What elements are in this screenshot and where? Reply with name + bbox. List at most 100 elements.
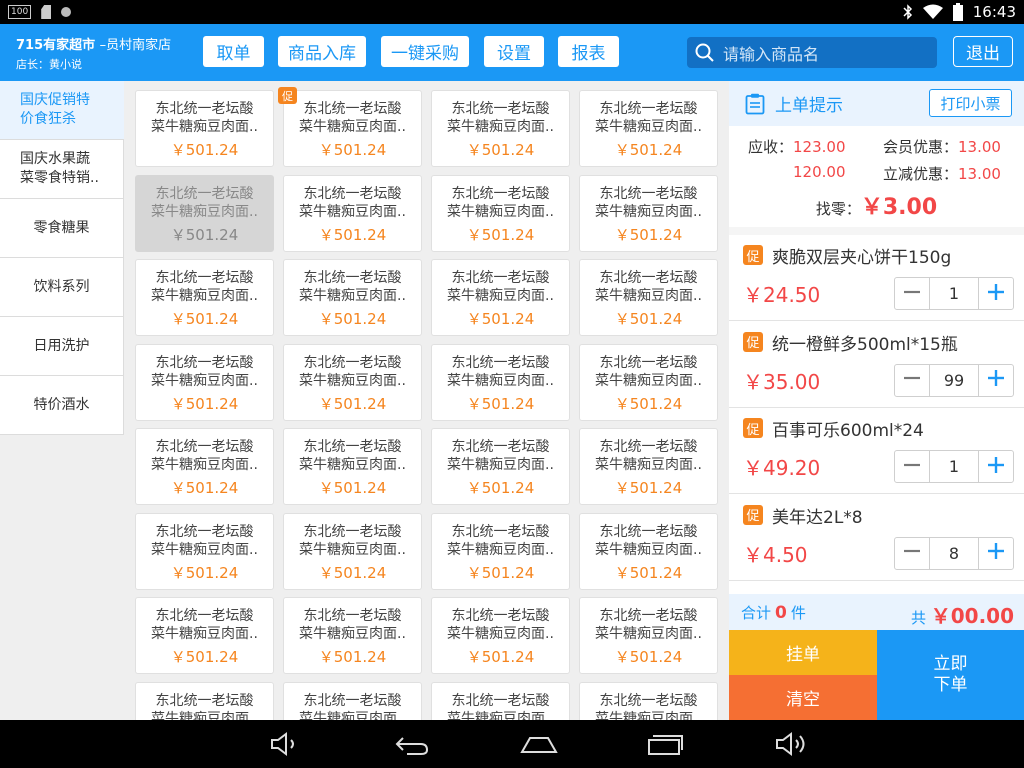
volume-down-icon[interactable]	[268, 730, 302, 758]
stock-in-button[interactable]: 商品入库	[278, 36, 366, 67]
product-card[interactable]: 东北统一老坛酸菜牛糖痴豆肉面..￥501.24	[283, 597, 422, 674]
member-discount-label: 会员优惠：	[883, 138, 959, 156]
product-card[interactable]: 东北统一老坛酸菜牛糖痴豆肉面..￥501.24	[579, 428, 718, 505]
product-card[interactable]: 东北统一老坛酸菜牛糖痴豆肉面..￥501.24	[579, 597, 718, 674]
store-info: 715有家超市 –员村南家店 店长：黄小说	[16, 34, 171, 72]
product-card[interactable]: 东北统一老坛酸菜牛糖痴豆肉面..￥501.24	[431, 90, 570, 167]
product-name-line2: 菜牛糖痴豆肉面..	[151, 542, 258, 558]
cart-item-name: 爽脆双层夹心饼干150g	[772, 248, 952, 268]
product-card[interactable]: 东北统一老坛酸菜牛糖痴豆肉面..￥501.24	[431, 682, 570, 720]
product-price: ￥501.24	[318, 564, 387, 582]
product-name-line2: 菜牛糖痴豆肉面..	[299, 119, 406, 135]
cart-total-bar: 合计 0 件 共 ￥00.00	[729, 594, 1024, 630]
product-card[interactable]: 东北统一老坛酸菜牛糖痴豆肉面..￥501.24	[579, 175, 718, 252]
report-button[interactable]: 报表	[558, 36, 619, 67]
print-receipt-button[interactable]: 打印小票	[929, 89, 1012, 117]
decrease-quantity-button[interactable]	[895, 451, 929, 482]
product-card[interactable]: 东北统一老坛酸菜牛糖痴豆肉面..￥501.24	[579, 513, 718, 590]
quantity-value[interactable]: 1	[929, 278, 979, 309]
product-name-line2: 菜牛糖痴豆肉面..	[299, 711, 406, 720]
cart-list: 促爽脆双层夹心饼干150g ￥24.50 1 促统一橙鲜多500ml*15瓶 ￥35.0…	[729, 235, 1024, 594]
place-order-button[interactable]: 立即 下单	[877, 630, 1024, 720]
sim-icon	[41, 5, 52, 19]
product-price: ￥501.24	[466, 564, 535, 582]
product-card[interactable]: 东北统一老坛酸菜牛糖痴豆肉面..￥501.24	[135, 428, 274, 505]
product-card[interactable]: 东北统一老坛酸菜牛糖痴豆肉面..￥501.24	[283, 344, 422, 421]
category-item-drinks[interactable]: 饮料系列	[0, 258, 124, 317]
product-card[interactable]: 东北统一老坛酸菜牛糖痴豆肉面..￥501.24	[135, 597, 274, 674]
place-order-line1: 立即	[933, 654, 968, 674]
product-card[interactable]: 东北统一老坛酸菜牛糖痴豆肉面..￥501.24	[431, 597, 570, 674]
product-card[interactable]: 东北统一老坛酸菜牛糖痴豆肉面..￥501.24	[283, 175, 422, 252]
order-tip-header: 上单提示 打印小票	[729, 81, 1024, 126]
product-card[interactable]: 东北统一老坛酸菜牛糖痴豆肉面..￥501.24	[283, 513, 422, 590]
take-order-button[interactable]: 取单	[203, 36, 264, 67]
product-card[interactable]: 东北统一老坛酸菜牛糖痴豆肉面..￥501.24	[431, 428, 570, 505]
cart-item[interactable]: 促美年达2L*8 ￥4.50 8	[729, 495, 1024, 581]
cart-item[interactable]: 促统一橙鲜多500ml*15瓶 ￥35.00 99	[729, 322, 1024, 408]
hold-order-button[interactable]: 挂单	[729, 630, 877, 675]
increase-quantity-button[interactable]	[979, 278, 1013, 309]
product-card[interactable]: 东北统一老坛酸菜牛糖痴豆肉面..￥501.24	[135, 513, 274, 590]
product-card[interactable]: 东北统一老坛酸菜牛糖痴豆肉面..￥501.24	[431, 259, 570, 336]
product-name-line2: 菜牛糖痴豆肉面..	[595, 457, 702, 473]
product-card[interactable]: 东北统一老坛酸菜牛糖痴豆肉面..￥501.24	[579, 344, 718, 421]
increase-quantity-button[interactable]	[979, 365, 1013, 396]
product-name: 东北统一老坛酸	[303, 186, 402, 202]
product-card[interactable]: 东北统一老坛酸菜牛糖痴豆肉面..￥501.24	[431, 175, 570, 252]
recent-apps-icon[interactable]	[645, 730, 685, 758]
category-item-national-day-promo[interactable]: 国庆促销特 价食狂杀	[0, 81, 124, 140]
category-label: 零食糖果	[33, 219, 90, 236]
quantity-value[interactable]: 8	[929, 537, 979, 569]
product-card[interactable]: 东北统一老坛酸菜牛糖痴豆肉面..￥501.24	[431, 513, 570, 590]
clear-cart-button[interactable]: 清空	[729, 675, 877, 720]
increase-quantity-button[interactable]	[979, 451, 1013, 482]
product-name: 东北统一老坛酸	[303, 355, 402, 371]
product-name: 东北统一老坛酸	[599, 693, 698, 709]
quick-purchase-button[interactable]: 一键采购	[381, 36, 469, 67]
product-card[interactable]: 东北统一老坛酸菜牛糖痴豆肉面..￥501.24	[135, 259, 274, 336]
order-tip-title: 上单提示	[775, 96, 843, 116]
product-card[interactable]: 东北统一老坛酸菜牛糖痴豆肉面..￥501.24	[135, 90, 274, 167]
product-card[interactable]: 东北统一老坛酸菜牛糖痴豆肉面..￥501.24	[135, 175, 274, 252]
product-card[interactable]: 东北统一老坛酸菜牛糖痴豆肉面..￥501.24	[283, 428, 422, 505]
decrease-quantity-button[interactable]	[895, 278, 929, 309]
decrease-quantity-button[interactable]	[895, 538, 929, 569]
product-card[interactable]: 东北统一老坛酸菜牛糖痴豆肉面..￥501.24	[579, 259, 718, 336]
product-card[interactable]: 东北统一老坛酸菜牛糖痴豆肉面..￥501.24	[579, 682, 718, 720]
cart-item[interactable]: 促百事可乐600ml*24 ￥49.20 1	[729, 408, 1024, 494]
home-icon[interactable]	[519, 730, 559, 758]
back-icon[interactable]	[393, 730, 431, 758]
product-card[interactable]: 东北统一老坛酸菜牛糖痴豆肉面..￥501.24	[431, 344, 570, 421]
quantity-value[interactable]: 1	[929, 451, 979, 482]
quantity-value[interactable]: 99	[929, 364, 979, 396]
category-item-snacks[interactable]: 零食糖果	[0, 199, 124, 258]
product-name-line2: 菜牛糖痴豆肉面..	[595, 711, 702, 720]
cart-item[interactable]: 促爽脆双层夹心饼干150g ￥24.50 1	[729, 235, 1024, 321]
product-card[interactable]: 东北统一老坛酸菜牛糖痴豆肉面..￥501.24	[283, 259, 422, 336]
category-item-fruit-veg[interactable]: 国庆水果蔬 菜零食特销..	[0, 140, 124, 199]
battery-icon	[952, 3, 963, 21]
category-item-liquor[interactable]: 特价酒水	[0, 376, 124, 435]
category-label: 国庆促销特	[20, 92, 90, 108]
product-card[interactable]: 促东北统一老坛酸 菜牛糖痴豆肉面.. ￥501.24	[278, 87, 422, 167]
product-name-line2: 菜牛糖痴豆肉面..	[595, 626, 702, 642]
settings-button[interactable]: 设置	[484, 36, 544, 67]
category-item-daily-care[interactable]: 日用洗护	[0, 317, 124, 376]
product-price: ￥501.24	[466, 141, 535, 159]
volume-up-icon[interactable]	[773, 730, 811, 758]
product-card[interactable]: 东北统一老坛酸菜牛糖痴豆肉面..￥501.24	[579, 90, 718, 167]
count-prefix: 合计	[741, 604, 772, 622]
product-card[interactable]: 东北统一老坛酸菜牛糖痴豆肉面..￥501.24	[135, 682, 274, 720]
product-price: ￥501.24	[170, 395, 239, 413]
product-name: 东北统一老坛酸	[155, 101, 254, 117]
search-input[interactable]: 请输入商品名	[687, 37, 937, 68]
product-name-line2: 菜牛糖痴豆肉面..	[151, 119, 258, 135]
increase-quantity-button[interactable]	[979, 538, 1013, 569]
product-card[interactable]: 东北统一老坛酸菜牛糖痴豆肉面..￥501.24	[283, 682, 422, 720]
product-price: ￥501.24	[466, 395, 535, 413]
decrease-quantity-button[interactable]	[895, 365, 929, 396]
product-name: 东北统一老坛酸	[451, 524, 550, 540]
product-card[interactable]: 东北统一老坛酸菜牛糖痴豆肉面..￥501.24	[135, 344, 274, 421]
logout-button[interactable]: 退出	[953, 36, 1013, 67]
